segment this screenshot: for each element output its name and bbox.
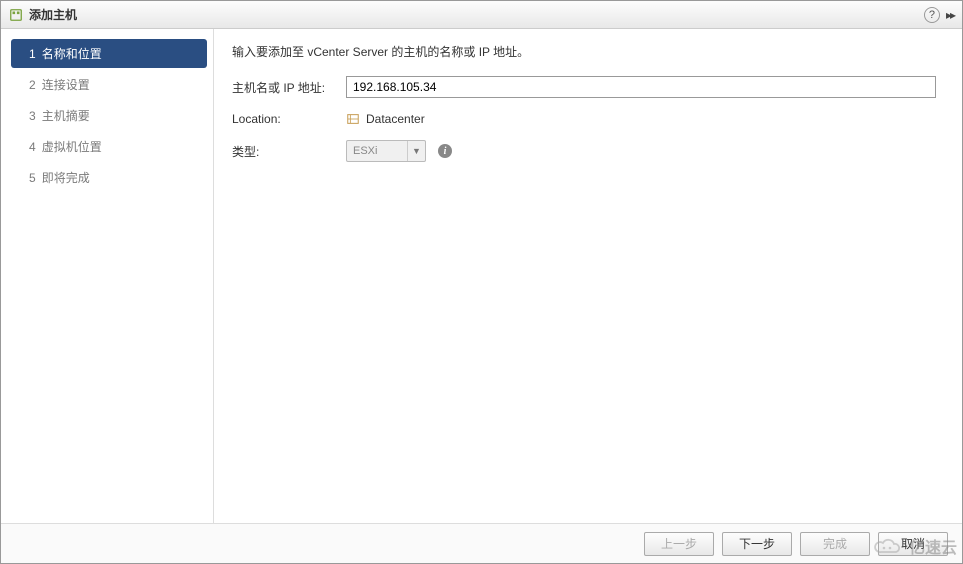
form-description: 输入要添加至 vCenter Server 的主机的名称或 IP 地址。 bbox=[232, 43, 944, 60]
back-button: 上一步 bbox=[644, 532, 714, 556]
step-label: 名称和位置 bbox=[42, 47, 102, 61]
hostname-label: 主机名或 IP 地址: bbox=[232, 79, 346, 96]
row-location: Location: Datacenter bbox=[232, 112, 944, 126]
sidebar-step-connection[interactable]: 2 连接设置 bbox=[11, 70, 207, 99]
step-number: 2 bbox=[29, 78, 36, 92]
hostname-input[interactable] bbox=[346, 76, 936, 98]
step-label: 即将完成 bbox=[42, 171, 90, 185]
wizard-sidebar: 1 名称和位置 2 连接设置 3 主机摘要 4 虚拟机位置 5 即将完成 bbox=[1, 29, 214, 523]
type-dropdown[interactable]: ESXi ▼ bbox=[346, 140, 426, 162]
step-number: 3 bbox=[29, 109, 36, 123]
help-icon[interactable]: ? bbox=[924, 7, 940, 23]
location-label: Location: bbox=[232, 112, 346, 126]
sidebar-step-name-location[interactable]: 1 名称和位置 bbox=[11, 39, 207, 68]
next-button[interactable]: 下一步 bbox=[722, 532, 792, 556]
dialog-footer: 上一步 下一步 完成 取消 bbox=[1, 523, 962, 563]
dialog-body: 1 名称和位置 2 连接设置 3 主机摘要 4 虚拟机位置 5 即将完成 输入要添加至 v… bbox=[1, 29, 962, 523]
step-label: 虚拟机位置 bbox=[42, 140, 102, 154]
finish-button: 完成 bbox=[800, 532, 870, 556]
add-host-dialog: 添加主机 ? ▸▸ 1 名称和位置 2 连接设置 3 主机摘要 4 虚拟机位置 5 即将完… bbox=[0, 0, 963, 564]
titlebar: 添加主机 ? ▸▸ bbox=[1, 1, 962, 29]
row-type: 类型: ESXi ▼ i bbox=[232, 140, 944, 162]
cancel-button[interactable]: 取消 bbox=[878, 532, 948, 556]
step-number: 1 bbox=[29, 47, 36, 61]
host-icon bbox=[9, 8, 23, 22]
window-title: 添加主机 bbox=[29, 6, 924, 23]
location-value-container: Datacenter bbox=[346, 112, 425, 126]
step-label: 连接设置 bbox=[42, 78, 90, 92]
wizard-content: 输入要添加至 vCenter Server 的主机的名称或 IP 地址。 主机名… bbox=[214, 29, 962, 523]
expand-icon[interactable]: ▸▸ bbox=[946, 8, 954, 22]
sidebar-step-vm-location[interactable]: 4 虚拟机位置 bbox=[11, 132, 207, 161]
type-dropdown-value: ESXi bbox=[347, 145, 407, 157]
sidebar-step-finish[interactable]: 5 即将完成 bbox=[11, 163, 207, 192]
chevron-down-icon: ▼ bbox=[407, 141, 425, 161]
datacenter-icon bbox=[346, 112, 360, 126]
location-value: Datacenter bbox=[366, 112, 425, 126]
row-hostname: 主机名或 IP 地址: bbox=[232, 76, 944, 98]
step-number: 4 bbox=[29, 140, 36, 154]
step-label: 主机摘要 bbox=[42, 109, 90, 123]
type-label: 类型: bbox=[232, 143, 346, 160]
step-number: 5 bbox=[29, 171, 36, 185]
info-icon[interactable]: i bbox=[438, 144, 452, 158]
sidebar-step-summary[interactable]: 3 主机摘要 bbox=[11, 101, 207, 130]
